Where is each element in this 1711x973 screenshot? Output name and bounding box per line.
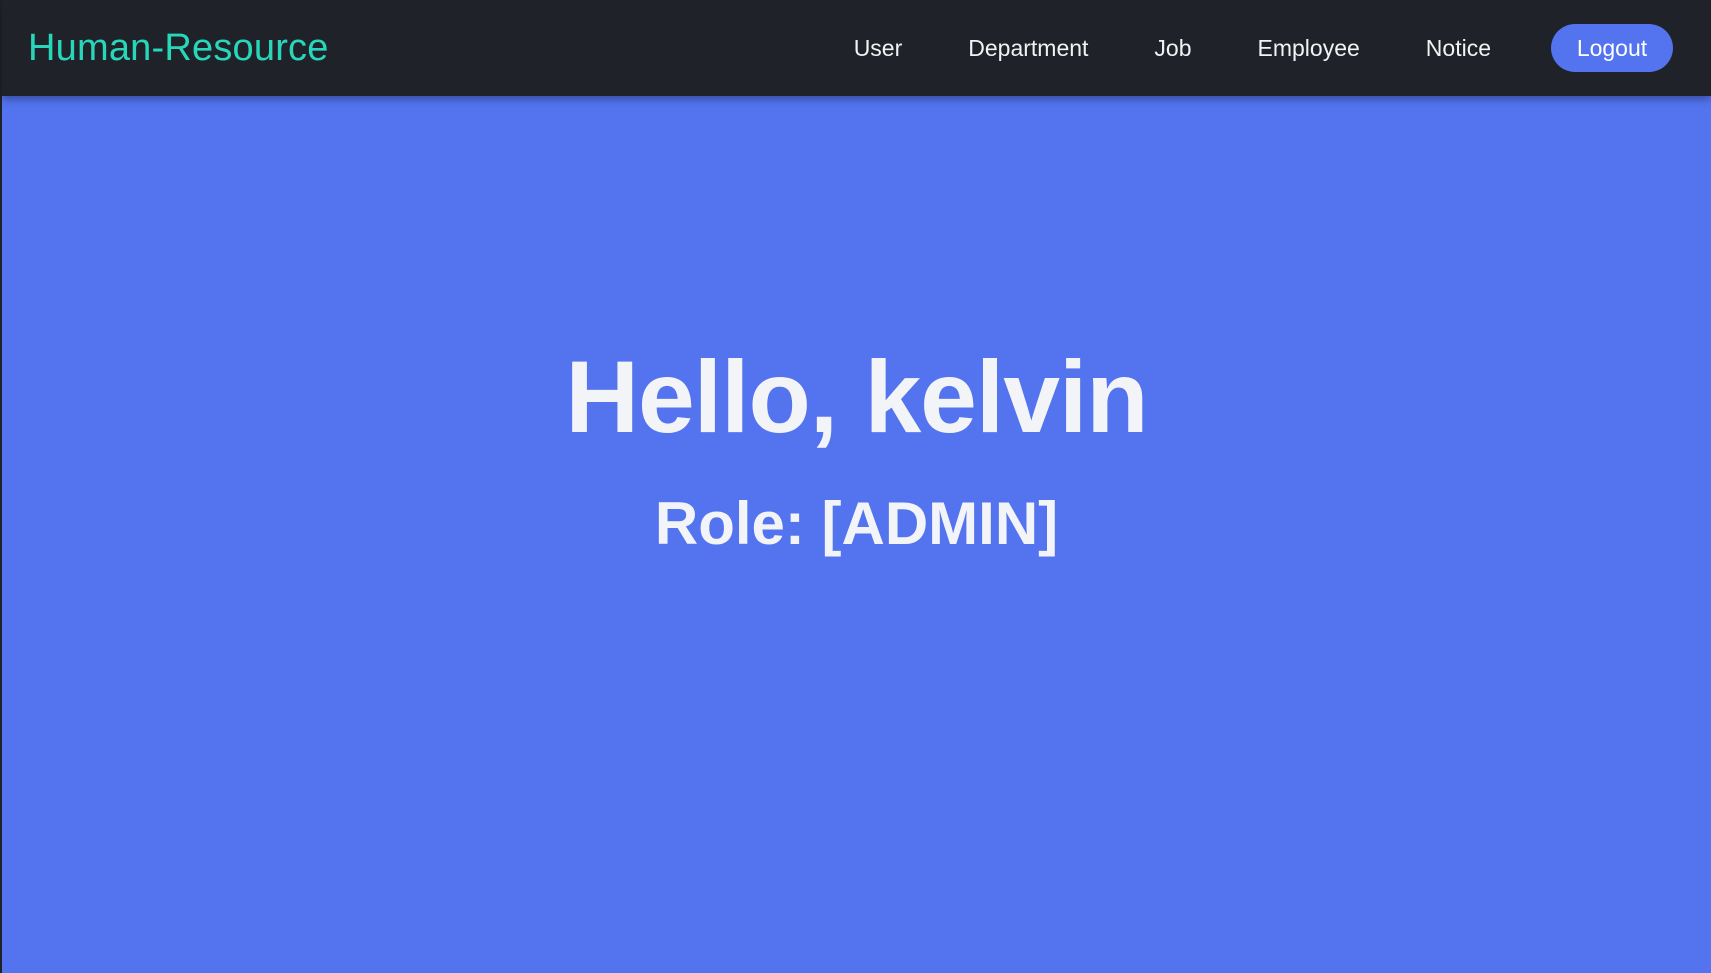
- nav-employee-link[interactable]: Employee: [1258, 35, 1360, 62]
- welcome-section: Hello, kelvin Role: [ADMIN]: [2, 96, 1711, 973]
- nav-job-link[interactable]: Job: [1154, 35, 1191, 62]
- brand-logo[interactable]: Human-Resource: [28, 27, 329, 70]
- user-role: Role: [ADMIN]: [654, 490, 1059, 557]
- nav-user-link[interactable]: User: [854, 35, 903, 62]
- app-root: Human-Resource User Department Job Emplo…: [0, 0, 1711, 973]
- nav-department-link[interactable]: Department: [968, 35, 1088, 62]
- main-navigation: User Department Job Employee Notice Logo…: [854, 0, 1673, 96]
- nav-notice-link[interactable]: Notice: [1426, 35, 1491, 62]
- welcome-greeting: Hello, kelvin: [565, 340, 1148, 454]
- logout-button[interactable]: Logout: [1551, 24, 1673, 72]
- top-navbar: Human-Resource User Department Job Emplo…: [2, 0, 1711, 96]
